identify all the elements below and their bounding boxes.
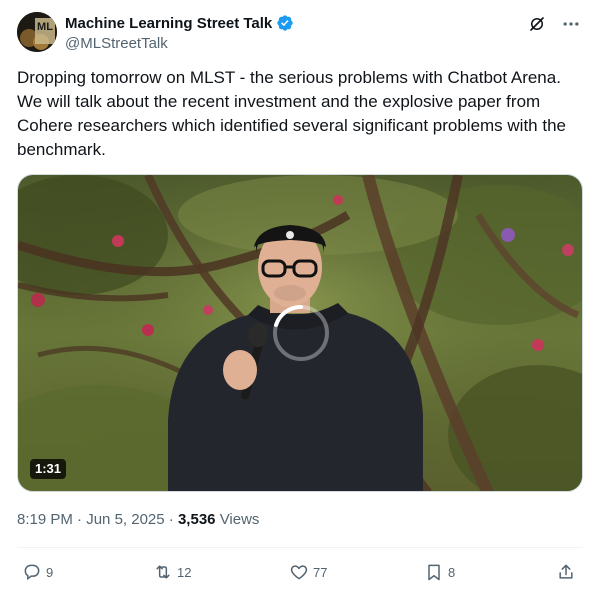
like-count: 77	[313, 564, 328, 580]
share-icon	[559, 564, 573, 579]
avatar[interactable]: ML	[17, 12, 57, 52]
divider	[17, 547, 583, 548]
grok-icon[interactable]	[527, 14, 547, 34]
bookmark-button[interactable]: 8	[424, 562, 455, 582]
tweet-text: Dropping tomorrow on MLST - the serious …	[17, 68, 566, 159]
views-label: Views	[219, 511, 260, 528]
retweet-count: 12	[177, 564, 192, 580]
top-actions	[527, 14, 581, 34]
author-block: Machine Learning Street Talk @MLStreetTa…	[65, 13, 294, 52]
heart-icon	[290, 565, 308, 580]
video-duration: 1:31	[30, 459, 67, 479]
tweet-time[interactable]: 8:19 PM	[17, 511, 73, 528]
more-options-icon[interactable]	[561, 14, 581, 34]
handle[interactable]: @MLStreetTalk	[65, 35, 294, 52]
retweet-icon	[156, 565, 170, 579]
name-row: Machine Learning Street Talk	[65, 13, 294, 33]
bookmark-count: 8	[448, 564, 456, 580]
tweet-card: ML Machine Learning Street Talk @MLStree…	[0, 0, 599, 597]
reply-button[interactable]: 9	[22, 562, 53, 582]
meta-separator: ·	[77, 511, 83, 528]
video-player[interactable]: 1:31	[17, 174, 583, 492]
avatar-image: ML	[17, 12, 57, 52]
share-button[interactable]	[556, 562, 576, 582]
tweet-date[interactable]: Jun 5, 2025	[86, 511, 164, 528]
tweet-meta: 8:19 PM · Jun 5, 2025 · 3,536 Views	[17, 511, 259, 528]
reply-count: 9	[46, 564, 54, 580]
bookmark-icon	[428, 564, 440, 581]
display-name[interactable]: Machine Learning Street Talk	[65, 15, 272, 32]
meta-separator: ·	[168, 511, 174, 528]
reply-icon	[24, 564, 40, 581]
verified-badge-icon[interactable]	[276, 14, 294, 32]
like-button[interactable]: 77	[289, 562, 327, 582]
video-thumbnail	[18, 175, 582, 491]
retweet-button[interactable]: 12	[153, 562, 191, 582]
views-count: 3,536	[177, 511, 216, 528]
avatar-logo-text: ML	[37, 21, 53, 33]
